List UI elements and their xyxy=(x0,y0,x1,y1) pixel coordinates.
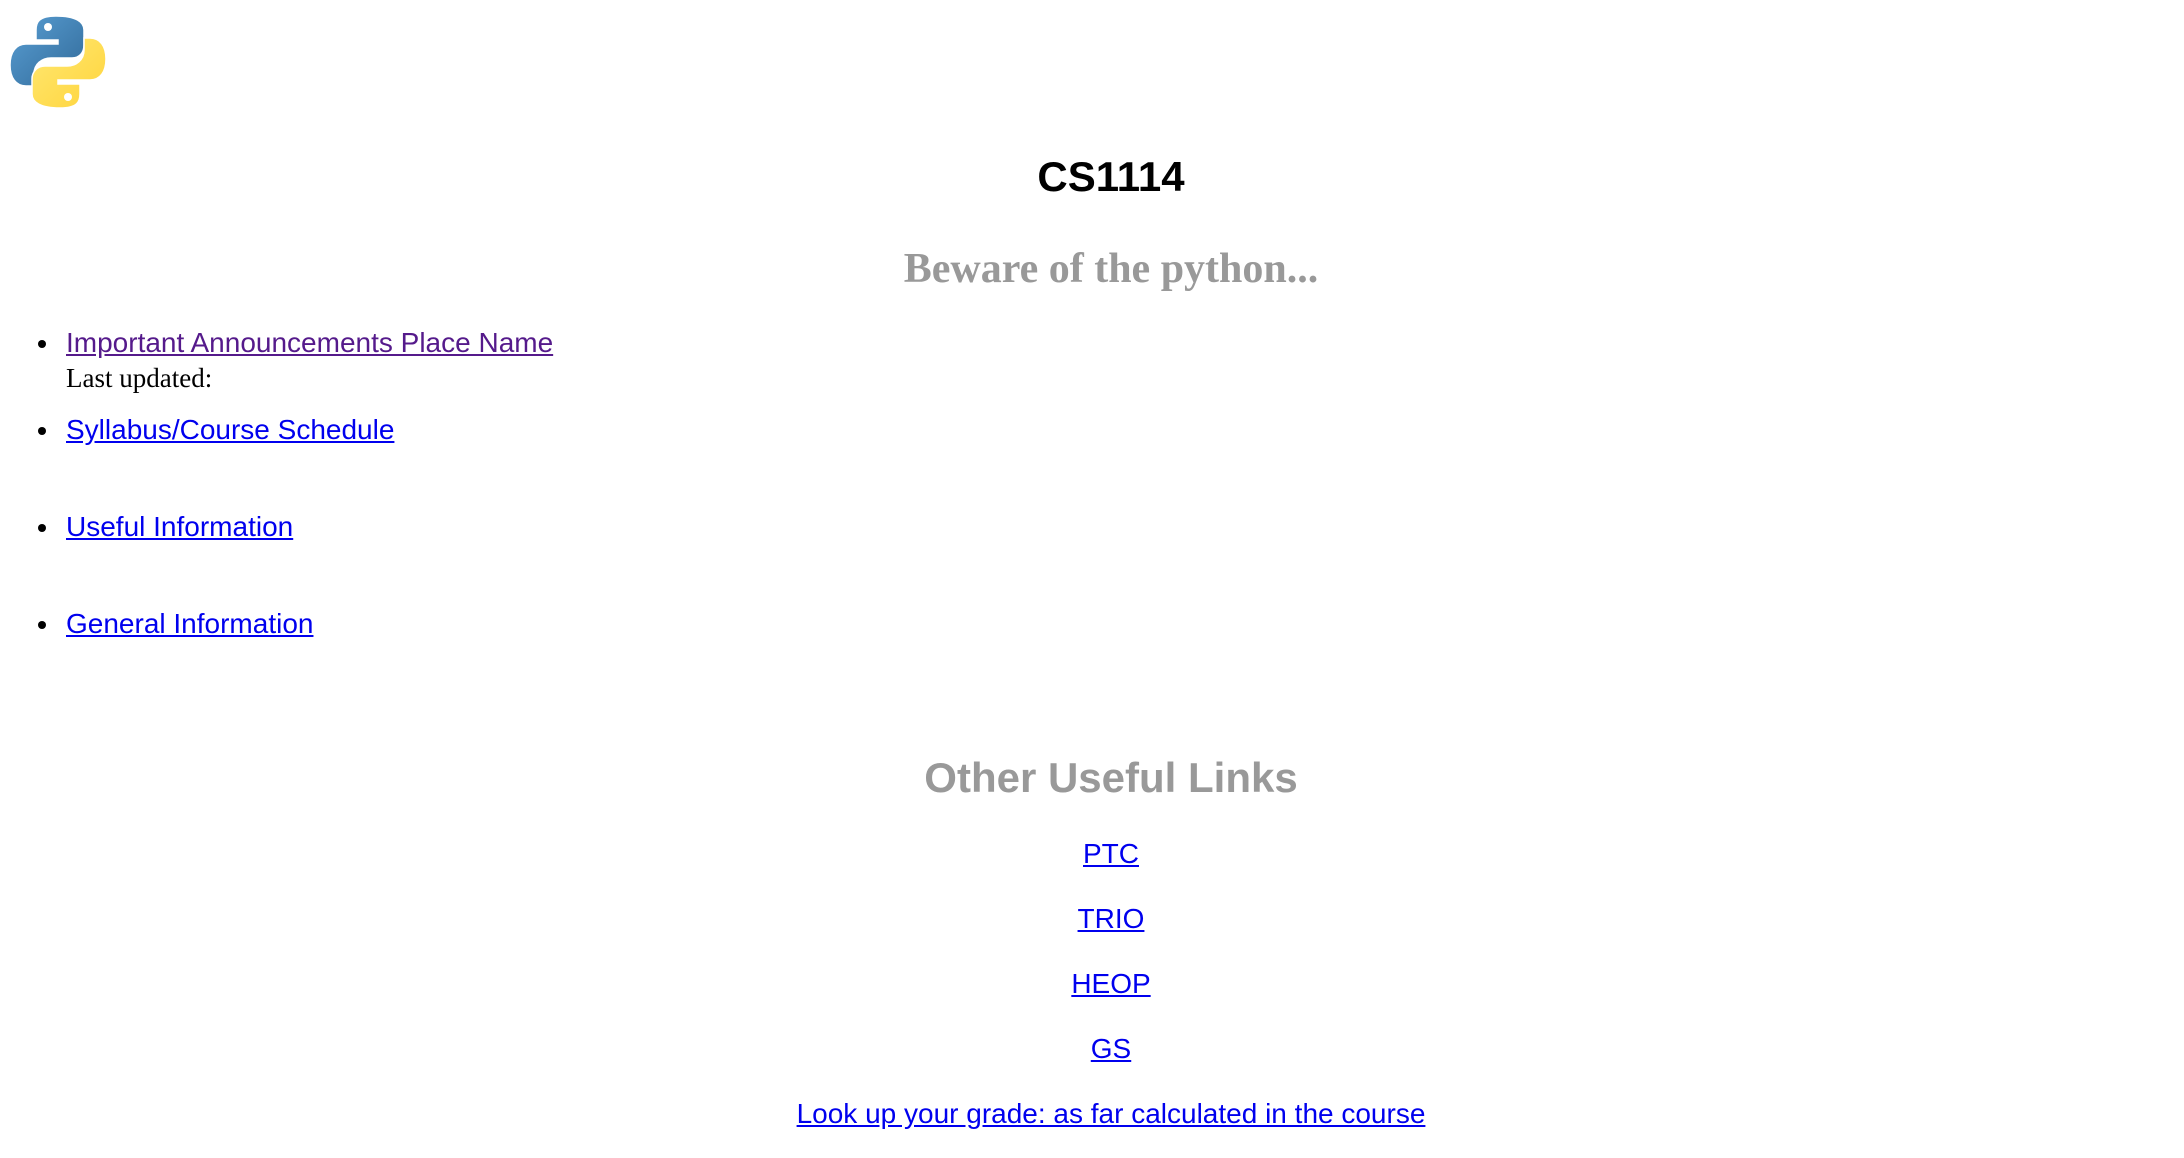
general-information-link[interactable]: General Information xyxy=(66,608,313,639)
list-item: General Information xyxy=(37,606,553,642)
page: CS1114 Beware of the python... Important… xyxy=(0,0,2184,1158)
list-item: Look up your grade: as far calculated in… xyxy=(0,1096,2184,1158)
list-item: GS xyxy=(0,1031,2184,1096)
announcements-link[interactable]: Important Announcements Place Name xyxy=(66,327,553,358)
page-subtitle: Beware of the python... xyxy=(903,246,1319,292)
list-item: HEOP xyxy=(0,966,2184,1031)
trio-link[interactable]: TRIO xyxy=(1078,903,1145,934)
gs-link[interactable]: GS xyxy=(1091,1033,1131,1064)
page-title: CS1114 xyxy=(1037,153,1185,200)
list-item: Important Announcements Place Name Last … xyxy=(37,325,553,395)
other-links-list: PTC TRIO HEOP GS Look up your grade: as … xyxy=(0,836,2184,1158)
main-link-list: Important Announcements Place Name Last … xyxy=(0,325,553,642)
last-updated-label: Last updated: xyxy=(66,363,213,393)
syllabus-link[interactable]: Syllabus/Course Schedule xyxy=(66,414,394,445)
other-links-heading: Other Useful Links xyxy=(924,754,1298,801)
list-item: Useful Information xyxy=(37,509,553,545)
grade-lookup-link[interactable]: Look up your grade: as far calculated in… xyxy=(797,1098,1426,1129)
python-logo-icon xyxy=(8,12,108,112)
list-item: Syllabus/Course Schedule xyxy=(37,412,553,448)
heop-link[interactable]: HEOP xyxy=(1071,968,1150,999)
list-item: TRIO xyxy=(0,901,2184,966)
useful-information-link[interactable]: Useful Information xyxy=(66,511,293,542)
ptc-link[interactable]: PTC xyxy=(1083,838,1139,869)
list-item: PTC xyxy=(0,836,2184,901)
